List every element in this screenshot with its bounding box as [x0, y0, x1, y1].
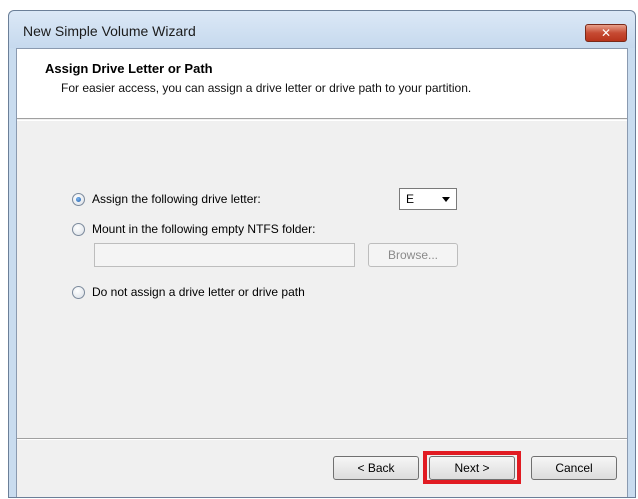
radio-no-letter[interactable]	[72, 285, 85, 299]
wizard-window: New Simple Volume Wizard ✕ Assign Drive …	[8, 10, 636, 498]
option-mount-folder[interactable]: Mount in the following empty NTFS folder…	[72, 221, 315, 237]
header-divider	[17, 120, 627, 121]
chevron-down-icon	[442, 197, 450, 202]
next-highlight-box	[423, 451, 521, 484]
footer-divider-highlight	[17, 439, 627, 440]
wizard-body: Assign Drive Letter or Path For easier a…	[16, 48, 628, 497]
browse-button[interactable]: Browse...	[368, 243, 458, 267]
cancel-button[interactable]: Cancel	[531, 456, 617, 480]
close-icon: ✕	[600, 26, 612, 40]
radio-mount-folder[interactable]	[72, 222, 85, 236]
page-subtitle: For easier access, you can assign a driv…	[61, 81, 472, 95]
title-bar: New Simple Volume Wizard ✕	[9, 11, 635, 48]
wizard-header: Assign Drive Letter or Path For easier a…	[17, 49, 627, 119]
option-label: Mount in the following empty NTFS folder…	[92, 222, 316, 236]
radio-assign-letter[interactable]	[72, 192, 85, 206]
folder-path-input[interactable]	[94, 243, 355, 267]
option-label: Do not assign a drive letter or drive pa…	[92, 285, 305, 299]
option-no-letter[interactable]: Do not assign a drive letter or drive pa…	[72, 284, 305, 300]
window-title: New Simple Volume Wizard	[23, 23, 196, 39]
close-button[interactable]: ✕	[585, 24, 627, 42]
drive-letter-select[interactable]: E	[399, 188, 457, 210]
drive-letter-value: E	[406, 192, 415, 206]
option-assign-letter[interactable]: Assign the following drive letter:	[72, 191, 261, 207]
page-title: Assign Drive Letter or Path	[45, 61, 213, 76]
back-button[interactable]: < Back	[333, 456, 419, 480]
option-label: Assign the following drive letter:	[92, 192, 261, 206]
